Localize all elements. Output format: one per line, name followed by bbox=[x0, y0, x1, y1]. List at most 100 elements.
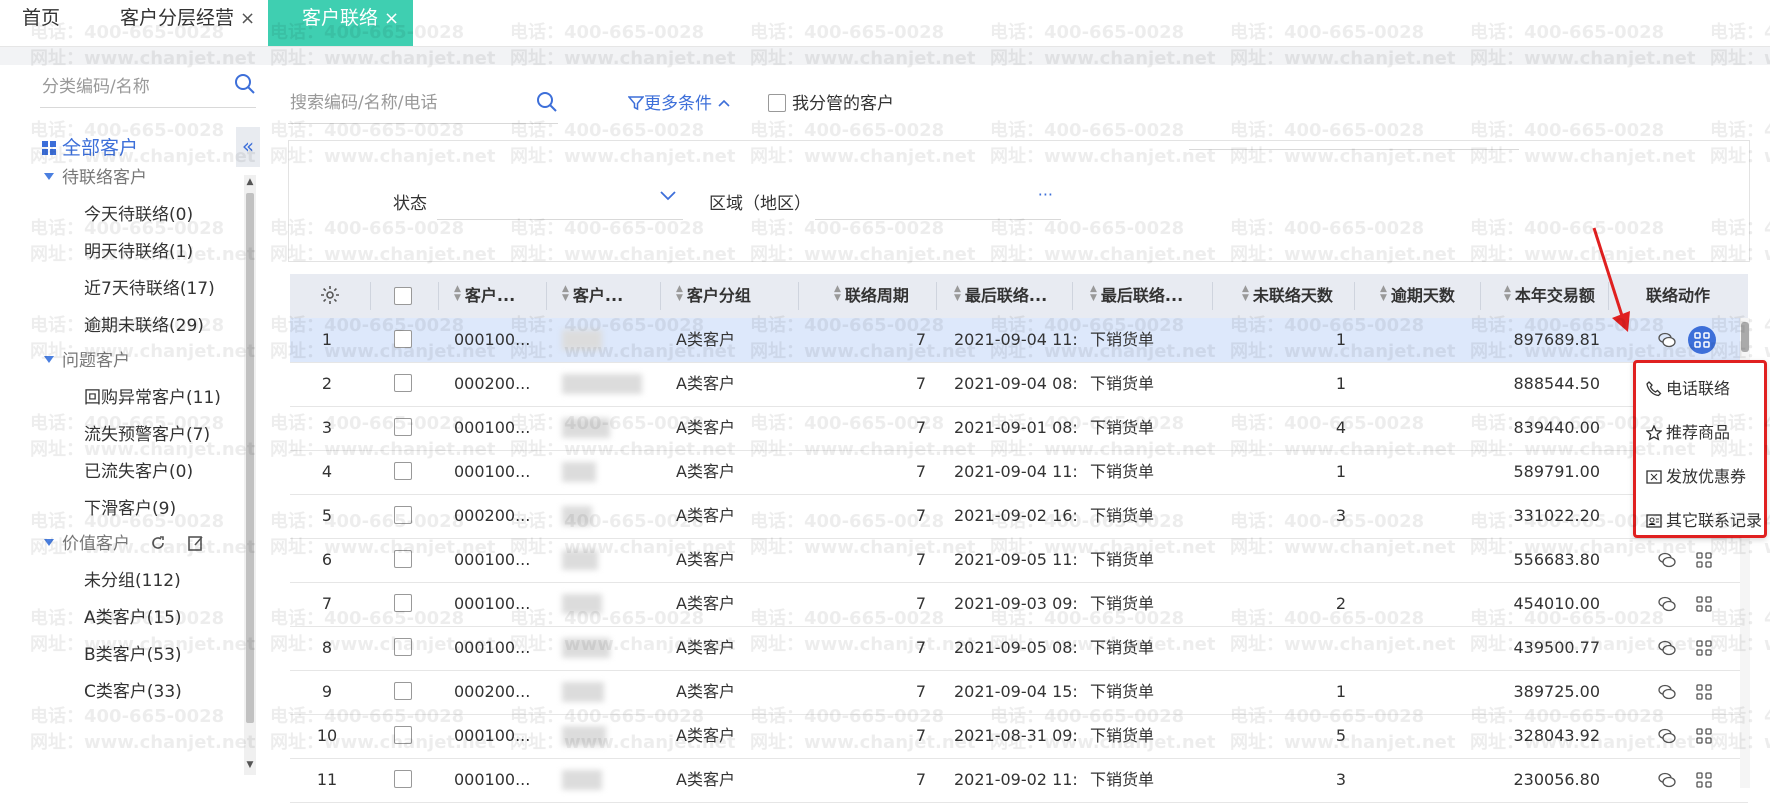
tab-home[interactable]: 首页 bbox=[22, 0, 60, 46]
column-header-name[interactable]: ▲ ▼ 客户... bbox=[562, 274, 623, 318]
last-contact-type: 下销货单 bbox=[1090, 418, 1155, 437]
status-select[interactable] bbox=[437, 181, 683, 219]
collapse-sidebar-button[interactable]: « bbox=[236, 127, 260, 167]
row-checkbox[interactable] bbox=[394, 550, 412, 568]
row-checkbox[interactable] bbox=[394, 418, 412, 436]
edit-icon[interactable] bbox=[187, 534, 205, 552]
scrollbar-thumb[interactable] bbox=[246, 193, 254, 723]
tree-item[interactable]: C类客户(33) bbox=[84, 677, 182, 702]
customer-group: A类客户 bbox=[676, 550, 735, 569]
customer-code: 000200... bbox=[454, 374, 531, 393]
more-actions-icon[interactable] bbox=[1696, 728, 1712, 748]
contact-cycle: 7 bbox=[915, 770, 926, 789]
table-row[interactable]: 11 000100... A类客户 7 2021-09-02 11: 下销货单 3 23005… bbox=[290, 758, 1748, 803]
table-row[interactable]: 7 000100... A类客户 7 2021-09-03 09: 下销货单 2 454010… bbox=[290, 582, 1748, 627]
chat-icon[interactable] bbox=[1658, 552, 1676, 572]
customer-name-redacted bbox=[562, 726, 606, 746]
more-options-icon[interactable]: ··· bbox=[1038, 185, 1053, 204]
tab-customer-tiering[interactable]: 客户分层经营 × bbox=[120, 0, 255, 46]
customer-search-input[interactable] bbox=[288, 87, 522, 119]
checkbox[interactable] bbox=[768, 94, 786, 112]
row-checkbox[interactable] bbox=[394, 770, 412, 788]
search-icon[interactable] bbox=[536, 91, 558, 117]
more-conditions-button[interactable]: 更多条件 bbox=[627, 89, 731, 114]
row-checkbox[interactable] bbox=[394, 506, 412, 524]
contact-cycle: 7 bbox=[915, 330, 926, 349]
column-header-overdue[interactable]: ▲ ▼ 逾期天数 bbox=[1380, 274, 1455, 318]
menu-item-recommend-product[interactable]: 推荐商品 bbox=[1645, 419, 1730, 447]
my-customers-checkbox[interactable]: 我分管的客户 bbox=[768, 89, 894, 114]
chat-icon[interactable] bbox=[1658, 596, 1676, 616]
uncontacted-days: 4 bbox=[1335, 418, 1346, 437]
tree-group-pending[interactable]: 待联络客户 bbox=[44, 163, 147, 188]
table-row[interactable]: 9 000200... A类客户 7 2021-09-04 15: 下销货单 1 389725… bbox=[290, 670, 1748, 715]
coupon-icon bbox=[1646, 470, 1662, 484]
region-input[interactable]: ··· bbox=[815, 181, 1061, 219]
tree-item[interactable]: 回购异常客户(11) bbox=[84, 383, 221, 408]
column-header-last-type[interactable]: ▲ ▼ 最后联络... bbox=[1090, 274, 1183, 318]
select-all-checkbox[interactable] bbox=[394, 287, 412, 305]
row-checkbox[interactable] bbox=[394, 462, 412, 480]
table-row[interactable]: 4 000100... A类客户 7 2021-09-04 11: 下销货单 1 589791… bbox=[290, 450, 1748, 495]
customer-name-redacted bbox=[562, 462, 596, 482]
tree-root-all-customers[interactable]: 全部客户 bbox=[42, 133, 138, 160]
search-icon[interactable] bbox=[234, 73, 256, 99]
table-row[interactable]: 6 000100... A类客户 7 2021-09-05 11: 下销货单 556683.… bbox=[290, 538, 1748, 583]
tree-item[interactable]: 未分组(112) bbox=[84, 566, 181, 591]
scroll-down-icon[interactable]: ▼ bbox=[244, 760, 256, 770]
scrollbar-thumb[interactable] bbox=[1741, 322, 1749, 352]
row-checkbox[interactable] bbox=[394, 594, 412, 612]
table-row[interactable]: 10 000100... A类客户 7 2021-08-31 09: 下销货单 5 32804… bbox=[290, 714, 1748, 759]
column-header-code[interactable]: ▲ ▼ 客户... bbox=[454, 274, 515, 318]
tree-item[interactable]: A类客户(15) bbox=[84, 603, 182, 628]
menu-item-phone-contact[interactable]: 电话联络 bbox=[1646, 375, 1730, 403]
close-icon[interactable]: × bbox=[240, 8, 255, 29]
tree-group-value[interactable]: 价值客户 bbox=[44, 529, 205, 554]
tree-group-problem[interactable]: 问题客户 bbox=[44, 346, 130, 371]
chat-icon[interactable] bbox=[1658, 640, 1676, 660]
more-actions-icon[interactable] bbox=[1696, 772, 1712, 792]
tree-item[interactable]: 下滑客户(9) bbox=[84, 494, 176, 519]
contact-action-menu: 电话联络 推荐商品 发放优惠券 其它联系记录 bbox=[1633, 360, 1767, 538]
scroll-up-icon[interactable]: ▲ bbox=[244, 177, 256, 187]
menu-item-issue-coupon[interactable]: 发放优惠券 bbox=[1646, 463, 1746, 491]
column-header-days[interactable]: ▲ ▼ 未联络天数 bbox=[1242, 274, 1333, 318]
table-row[interactable]: 5 000200... A类客户 7 2021-09-02 16: 下销货单 3 331022… bbox=[290, 494, 1748, 539]
more-actions-icon[interactable] bbox=[1696, 684, 1712, 704]
column-header-cycle[interactable]: ▲ ▼ 联络周期 bbox=[834, 274, 909, 318]
tree-item[interactable]: 已流失客户(0) bbox=[84, 457, 193, 482]
table-row[interactable]: 8 000100... A类客户 7 2021-09-05 08: 下销货单 439500.… bbox=[290, 626, 1748, 671]
column-settings-icon[interactable] bbox=[320, 274, 340, 318]
column-divider bbox=[546, 282, 547, 310]
chat-icon[interactable] bbox=[1658, 772, 1676, 792]
more-actions-icon[interactable] bbox=[1696, 640, 1712, 660]
tree-item[interactable]: B类客户(53) bbox=[84, 640, 182, 665]
tree-item[interactable]: 明天待联络(1) bbox=[84, 237, 193, 262]
tree-item[interactable]: 逾期未联络(29) bbox=[84, 311, 204, 336]
row-checkbox[interactable] bbox=[394, 726, 412, 744]
row-checkbox[interactable] bbox=[394, 330, 412, 348]
chat-icon[interactable] bbox=[1658, 684, 1676, 704]
row-checkbox[interactable] bbox=[394, 638, 412, 656]
chat-icon[interactable] bbox=[1658, 728, 1676, 748]
table-row[interactable]: 1 000100... A类客户 7 2021-09-04 11: 下销货单 1 897689… bbox=[290, 318, 1748, 363]
tree-scrollbar[interactable]: ▲ ▼ bbox=[244, 175, 256, 775]
tab-customer-contact[interactable]: 客户联络 × bbox=[268, 0, 414, 46]
tree-item[interactable]: 近7天待联络(17) bbox=[84, 274, 215, 299]
column-header-last-time[interactable]: ▲ ▼ 最后联络... bbox=[954, 274, 1047, 318]
table-row[interactable]: 2 000200... A类客户 7 2021-09-04 08: 下销货单 1 888544… bbox=[290, 362, 1748, 407]
column-header-group[interactable]: ▲ ▼ 客户分组 bbox=[676, 274, 751, 318]
chat-icon[interactable] bbox=[1658, 332, 1676, 352]
more-actions-icon[interactable] bbox=[1696, 596, 1712, 616]
more-actions-button[interactable] bbox=[1688, 326, 1716, 354]
menu-item-other-records[interactable]: 其它联系记录 bbox=[1646, 507, 1762, 535]
tree-item[interactable]: 流失预警客户(7) bbox=[84, 420, 210, 445]
table-row[interactable]: 3 000100... A类客户 7 2021-09-01 08: 下销货单 4 839440… bbox=[290, 406, 1748, 451]
tree-item[interactable]: 今天待联络(0) bbox=[84, 200, 193, 225]
row-checkbox[interactable] bbox=[394, 374, 412, 392]
category-search-input[interactable] bbox=[40, 71, 224, 103]
row-checkbox[interactable] bbox=[394, 682, 412, 700]
close-icon[interactable]: × bbox=[384, 8, 399, 29]
refresh-icon[interactable] bbox=[149, 534, 167, 552]
more-actions-icon[interactable] bbox=[1696, 552, 1712, 572]
